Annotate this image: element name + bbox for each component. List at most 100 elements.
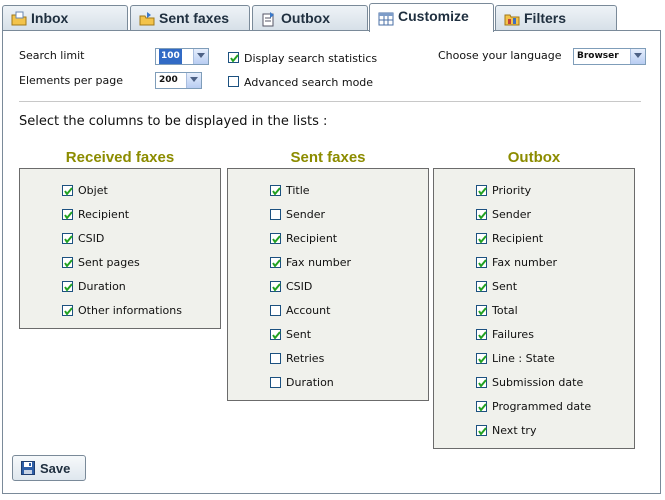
column-option: Fax number	[434, 255, 634, 271]
column-option: Account	[228, 303, 428, 319]
save-button[interactable]: Save	[12, 455, 86, 481]
language-value: Browser	[577, 51, 619, 61]
column-checkbox[interactable]	[62, 209, 73, 220]
column-label: Other informations	[78, 304, 182, 317]
column-checkbox[interactable]	[270, 257, 281, 268]
column-option: Fax number	[228, 255, 428, 271]
column-option: Duration	[20, 279, 220, 295]
column-label: Submission date	[492, 376, 584, 389]
column-option: Priority	[434, 183, 634, 199]
chevron-down-icon	[186, 73, 201, 88]
column-checkbox[interactable]	[62, 185, 73, 196]
column-checkbox[interactable]	[270, 329, 281, 340]
tab-customize[interactable]: Customize	[369, 3, 494, 32]
column-option: CSID	[20, 231, 220, 247]
tab-filters[interactable]: Filters	[495, 5, 617, 30]
column-checkbox[interactable]	[270, 185, 281, 196]
filters-folder-icon	[504, 10, 520, 26]
search-limit-label: Search limit	[19, 49, 85, 62]
display-stats-label: Display search statistics	[244, 52, 378, 65]
column-checkbox[interactable]	[476, 425, 487, 436]
customize-table-icon	[378, 10, 394, 26]
column-label: Failures	[492, 328, 534, 341]
column-label: Sender	[286, 208, 325, 221]
group-sent-faxes: Title Sender Recipient Fax number CSID A…	[227, 168, 429, 401]
language-label: Choose your language	[438, 49, 562, 62]
column-option: Sent	[434, 279, 634, 295]
save-button-label: Save	[40, 461, 71, 476]
column-option: Objet	[20, 183, 220, 199]
column-option: Sent	[228, 327, 428, 343]
column-option: Duration	[228, 375, 428, 391]
tab-filters-label: Filters	[524, 10, 567, 26]
column-label: Sent	[286, 328, 312, 341]
column-label: Recipient	[492, 232, 544, 245]
language-select[interactable]: Browser	[573, 48, 646, 65]
column-option: Submission date	[434, 375, 634, 391]
column-checkbox[interactable]	[62, 305, 73, 316]
column-checkbox[interactable]	[270, 353, 281, 364]
column-checkbox[interactable]	[270, 305, 281, 316]
column-checkbox[interactable]	[476, 233, 487, 244]
column-option: CSID	[228, 279, 428, 295]
column-checkbox[interactable]	[476, 185, 487, 196]
column-label: CSID	[78, 232, 105, 245]
column-checkbox[interactable]	[270, 281, 281, 292]
column-label: Duration	[78, 280, 126, 293]
divider	[19, 101, 641, 102]
column-label: Retries	[286, 352, 325, 365]
column-label: Next try	[492, 424, 537, 437]
column-option: Retries	[228, 351, 428, 367]
column-option: Line : State	[434, 351, 634, 367]
column-option: Recipient	[228, 231, 428, 247]
column-checkbox[interactable]	[62, 257, 73, 268]
elements-per-page-value: 200	[159, 75, 178, 85]
column-checkbox[interactable]	[476, 305, 487, 316]
tab-outbox[interactable]: Outbox	[252, 5, 368, 30]
tab-bar: Inbox Sent faxes Outbox Customize Filter…	[0, 0, 665, 32]
column-option: Programmed date	[434, 399, 634, 415]
column-option: Failures	[434, 327, 634, 343]
customize-panel: Search limit 100 Elements per page 200 D…	[2, 30, 661, 494]
group-title-sent-faxes: Sent faxes	[290, 149, 366, 166]
column-label: Priority	[492, 184, 532, 197]
column-checkbox[interactable]	[476, 257, 487, 268]
column-checkbox[interactable]	[62, 233, 73, 244]
column-label: Programmed date	[492, 400, 592, 413]
column-label: Fax number	[286, 256, 351, 269]
column-checkbox[interactable]	[476, 353, 487, 364]
search-limit-value: 100	[159, 49, 182, 64]
column-checkbox[interactable]	[476, 281, 487, 292]
column-checkbox[interactable]	[476, 329, 487, 340]
column-checkbox[interactable]	[62, 281, 73, 292]
column-checkbox[interactable]	[476, 401, 487, 412]
tab-sent-faxes-label: Sent faxes	[159, 10, 230, 26]
outbox-icon	[261, 10, 277, 27]
column-label: Objet	[78, 184, 108, 197]
elements-per-page-select[interactable]: 200	[155, 72, 202, 89]
column-checkbox[interactable]	[270, 209, 281, 220]
search-limit-select[interactable]: 100	[155, 48, 209, 65]
sent-folder-icon	[139, 10, 155, 26]
column-checkbox[interactable]	[476, 377, 487, 388]
tab-inbox[interactable]: Inbox	[2, 5, 128, 30]
column-label: CSID	[286, 280, 313, 293]
column-label: Sent	[492, 280, 518, 293]
display-stats-checkbox[interactable]	[228, 52, 239, 63]
advanced-mode-checkbox[interactable]	[228, 76, 239, 87]
column-label: Sent pages	[78, 256, 140, 269]
chevron-down-icon	[630, 49, 645, 64]
tab-inbox-label: Inbox	[31, 10, 69, 26]
column-checkbox[interactable]	[476, 209, 487, 220]
tab-sent-faxes[interactable]: Sent faxes	[130, 5, 250, 30]
group-received-faxes: Objet Recipient CSID Sent pages Duration…	[19, 168, 221, 329]
column-label: Recipient	[78, 208, 130, 221]
column-label: Title	[286, 184, 310, 197]
column-option: Sender	[434, 207, 634, 223]
column-option: Total	[434, 303, 634, 319]
elements-per-page-label: Elements per page	[19, 74, 124, 87]
column-checkbox[interactable]	[270, 233, 281, 244]
column-checkbox[interactable]	[270, 377, 281, 388]
column-label: Fax number	[492, 256, 557, 269]
group-title-received-faxes: Received faxes	[65, 149, 175, 166]
